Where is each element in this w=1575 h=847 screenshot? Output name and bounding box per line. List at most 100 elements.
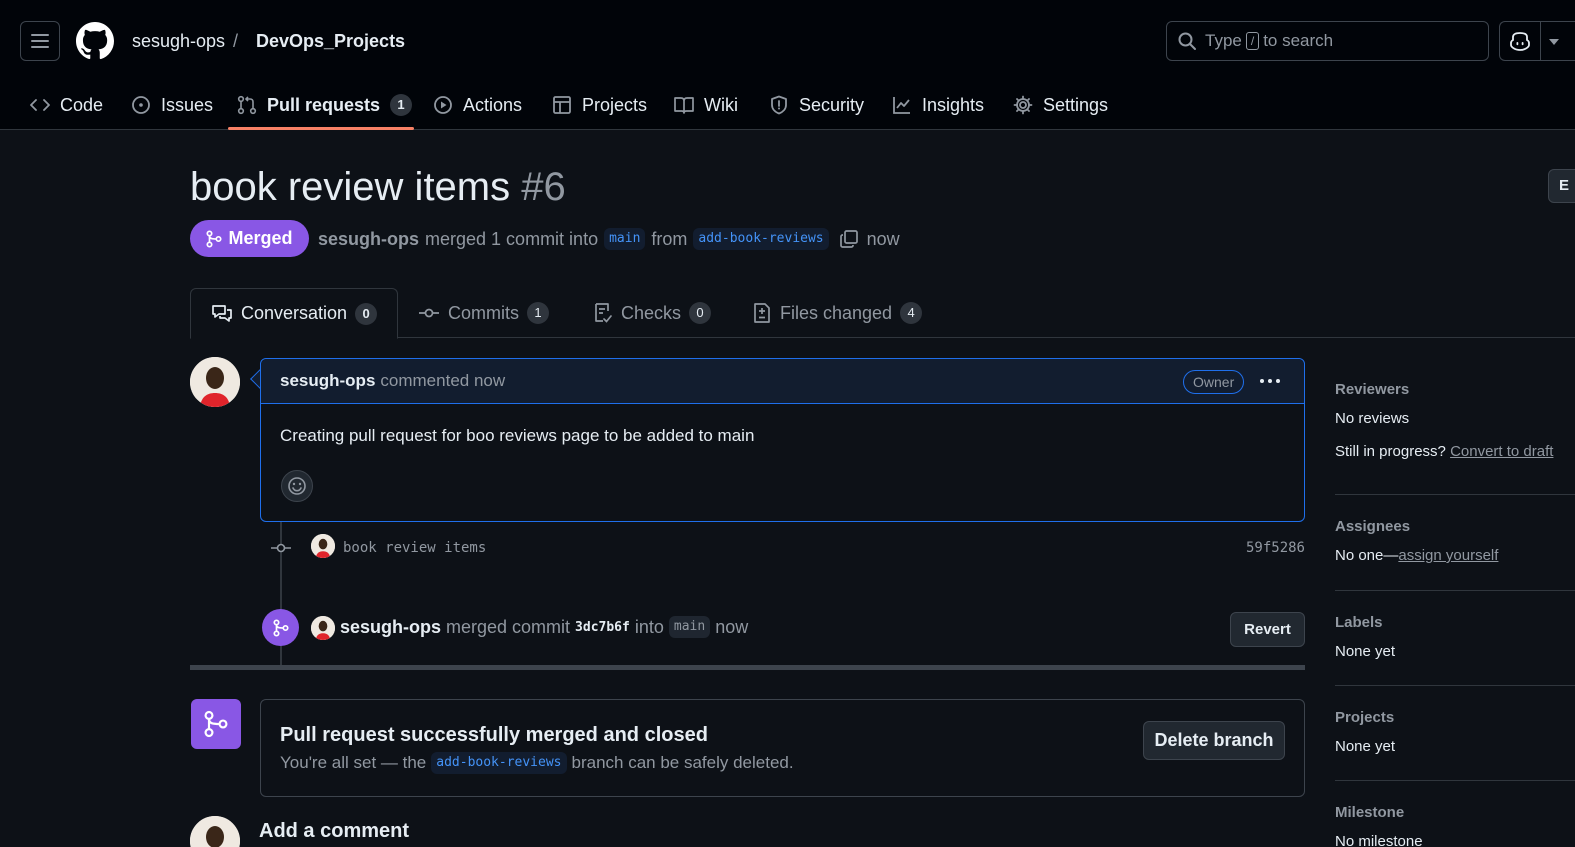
pr-from-text: from <box>651 228 688 249</box>
edit-button[interactable]: E <box>1548 169 1575 203</box>
nav-settings-label: Settings <box>1043 94 1109 115</box>
timeline-commit: book review items 59f5286 <box>270 534 1305 562</box>
commit-message-link[interactable]: book review items <box>343 540 486 556</box>
convert-to-draft-link[interactable]: Convert to draft <box>1450 443 1553 460</box>
assign-yourself-link[interactable]: assign yourself <box>1398 547 1498 564</box>
merge-event-badge <box>262 609 299 646</box>
breadcrumb-separator: / <box>233 31 239 51</box>
avatar-image <box>190 357 240 407</box>
smiley-icon <box>288 477 306 495</box>
sidebar-assignees-text: No one— <box>1335 547 1399 564</box>
tab-conversation-counter: 0 <box>355 302 378 325</box>
search-input[interactable]: Type / to search <box>1166 21 1489 61</box>
breadcrumb-owner[interactable]: sesugh-ops <box>132 30 225 52</box>
nav-pull-requests-label: Pull requests <box>267 94 381 115</box>
nav-wiki[interactable]: Wiki <box>674 80 738 130</box>
git-commit-icon <box>271 543 291 553</box>
nav-actions-label: Actions <box>463 94 523 115</box>
merged-status-icon <box>191 699 241 749</box>
merge-commit-sha[interactable]: 3dc7b6f <box>575 620 630 635</box>
avatar[interactable] <box>311 534 335 558</box>
comment-body: Creating pull request for boo reviews pa… <box>280 426 755 445</box>
merge-status-subtitle: You're all set — the add-book-reviews br… <box>280 752 794 774</box>
add-reaction-button[interactable] <box>281 470 313 502</box>
search-shortcut-key: / <box>1245 32 1260 50</box>
nav-code-label: Code <box>60 94 104 115</box>
merge-status-branch[interactable]: add-book-reviews <box>431 752 567 774</box>
code-icon <box>30 99 50 111</box>
nav-projects[interactable]: Projects <box>552 80 647 130</box>
gear-icon <box>1013 95 1033 115</box>
sidebar-progress-text: Still in progress? <box>1335 443 1446 460</box>
merge-author[interactable]: sesugh-ops <box>340 617 441 638</box>
tab-conversation[interactable]: Conversation 0 <box>190 288 399 339</box>
sidebar-milestone-heading[interactable]: Milestone <box>1335 804 1575 821</box>
tab-conversation-label: Conversation <box>241 303 348 323</box>
tab-files-changed[interactable]: Files changed 4 <box>732 288 942 338</box>
tab-commits-counter: 1 <box>527 302 549 324</box>
sidebar-reviewers: Reviewers No reviews Still in progress? … <box>1335 381 1575 460</box>
nav-insights[interactable]: Insights <box>892 80 984 130</box>
comment-card: sesugh-ops commented now Owner Creating … <box>260 358 1305 522</box>
sidebar-projects-value: None yet <box>1335 738 1396 755</box>
tab-commits-label: Commits <box>448 302 519 323</box>
merge-time[interactable]: now <box>715 617 748 638</box>
merge-event: sesugh-ops merged commit 3dc7b6f into ma… <box>340 613 748 641</box>
copilot-button[interactable] <box>1499 21 1575 61</box>
nav-security[interactable]: Security <box>769 80 864 130</box>
sidebar-divider <box>1335 780 1575 781</box>
sidebar-divider <box>1335 590 1575 591</box>
graph-icon <box>893 97 910 114</box>
owner-badge: Owner <box>1183 370 1245 394</box>
play-icon <box>434 96 452 114</box>
active-tab-underline <box>228 127 414 130</box>
chevron-down-icon[interactable] <box>1549 39 1559 45</box>
delete-branch-button[interactable]: Delete branch <box>1143 721 1285 760</box>
comment-author[interactable]: sesugh-ops <box>280 371 375 391</box>
nav-settings[interactable]: Settings <box>1013 80 1108 130</box>
tab-commits[interactable]: Commits 1 <box>398 288 569 338</box>
revert-button[interactable]: Revert <box>1230 612 1305 647</box>
sidebar-labels: Labels None yet <box>1335 614 1575 660</box>
commit-sha-link[interactable]: 59f5286 <box>1246 540 1305 556</box>
book-icon <box>674 97 694 114</box>
nav-actions[interactable]: Actions <box>433 80 522 130</box>
breadcrumb-repo[interactable]: DevOps_Projects <box>256 30 405 52</box>
sidebar-reviewers-heading[interactable]: Reviewers <box>1335 381 1575 398</box>
kebab-horizontal-icon[interactable] <box>1258 371 1282 391</box>
nav-pull-requests[interactable]: Pull requests 1 <box>237 80 413 130</box>
github-logo-icon[interactable] <box>76 22 114 60</box>
head-branch[interactable]: add-book-reviews <box>693 228 829 250</box>
global-header: sesugh-ops / DevOps_Projects Type / to s… <box>0 0 1575 130</box>
nav-projects-label: Projects <box>582 94 648 115</box>
timeline-break <box>190 665 1305 670</box>
table-icon <box>553 96 571 114</box>
pr-author-link[interactable]: sesugh-ops <box>318 229 419 250</box>
comment-action[interactable]: commented now <box>380 371 505 391</box>
nav-issues[interactable]: Issues <box>131 80 213 130</box>
nav-wiki-label: Wiki <box>704 94 738 115</box>
page-title: book review items #6 <box>190 164 566 210</box>
menu-button[interactable] <box>20 21 60 61</box>
status-badge: Merged <box>190 220 309 257</box>
sidebar-assignees-heading[interactable]: Assignees <box>1335 518 1575 535</box>
nav-insights-label: Insights <box>922 94 985 115</box>
merge-base-branch[interactable]: main <box>668 616 711 638</box>
git-merge-icon <box>204 710 228 738</box>
sidebar-labels-heading[interactable]: Labels <box>1335 614 1575 631</box>
avatar[interactable] <box>190 357 240 407</box>
sidebar-assignees: Assignees No one—assign yourself <box>1335 518 1575 564</box>
nav-code[interactable]: Code <box>30 80 103 130</box>
pr-tabs: Conversation 0 Commits 1 Checks 0 Files … <box>190 288 1575 339</box>
pr-number: #6 <box>521 165 566 209</box>
merge-text-1: merged commit <box>446 616 571 637</box>
sidebar-reviewers-value: No reviews <box>1335 410 1410 427</box>
copy-icon[interactable] <box>839 229 859 249</box>
avatar-image <box>190 816 240 847</box>
add-comment-heading: Add a comment <box>259 820 410 842</box>
sidebar-projects-heading[interactable]: Projects <box>1335 709 1575 726</box>
tab-checks[interactable]: Checks 0 <box>573 288 731 338</box>
avatar[interactable] <box>311 616 335 640</box>
merge-status-sub-2: branch can be safely deleted. <box>571 753 794 772</box>
base-branch[interactable]: main <box>604 228 646 250</box>
